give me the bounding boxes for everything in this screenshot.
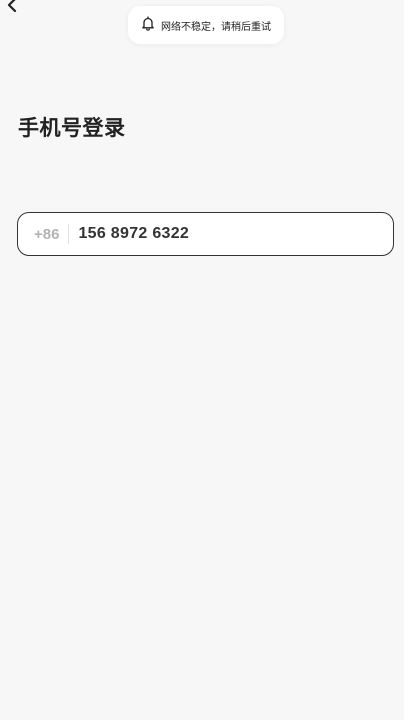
chevron-left-icon bbox=[5, 0, 19, 17]
page-title: 手机号登录 bbox=[18, 116, 126, 140]
toast-message: 网络不稳定，请稍后重试 bbox=[161, 21, 271, 33]
network-toast: 网络不稳定，请稍后重试 bbox=[128, 6, 284, 44]
field-divider bbox=[68, 224, 70, 244]
back-button[interactable] bbox=[0, 0, 24, 18]
phone-number-value[interactable]: 156 8972 6322 bbox=[78, 225, 189, 243]
bell-icon bbox=[141, 15, 155, 35]
country-code[interactable]: +86 bbox=[34, 226, 59, 243]
phone-input[interactable]: +86 156 8972 6322 bbox=[17, 212, 394, 256]
